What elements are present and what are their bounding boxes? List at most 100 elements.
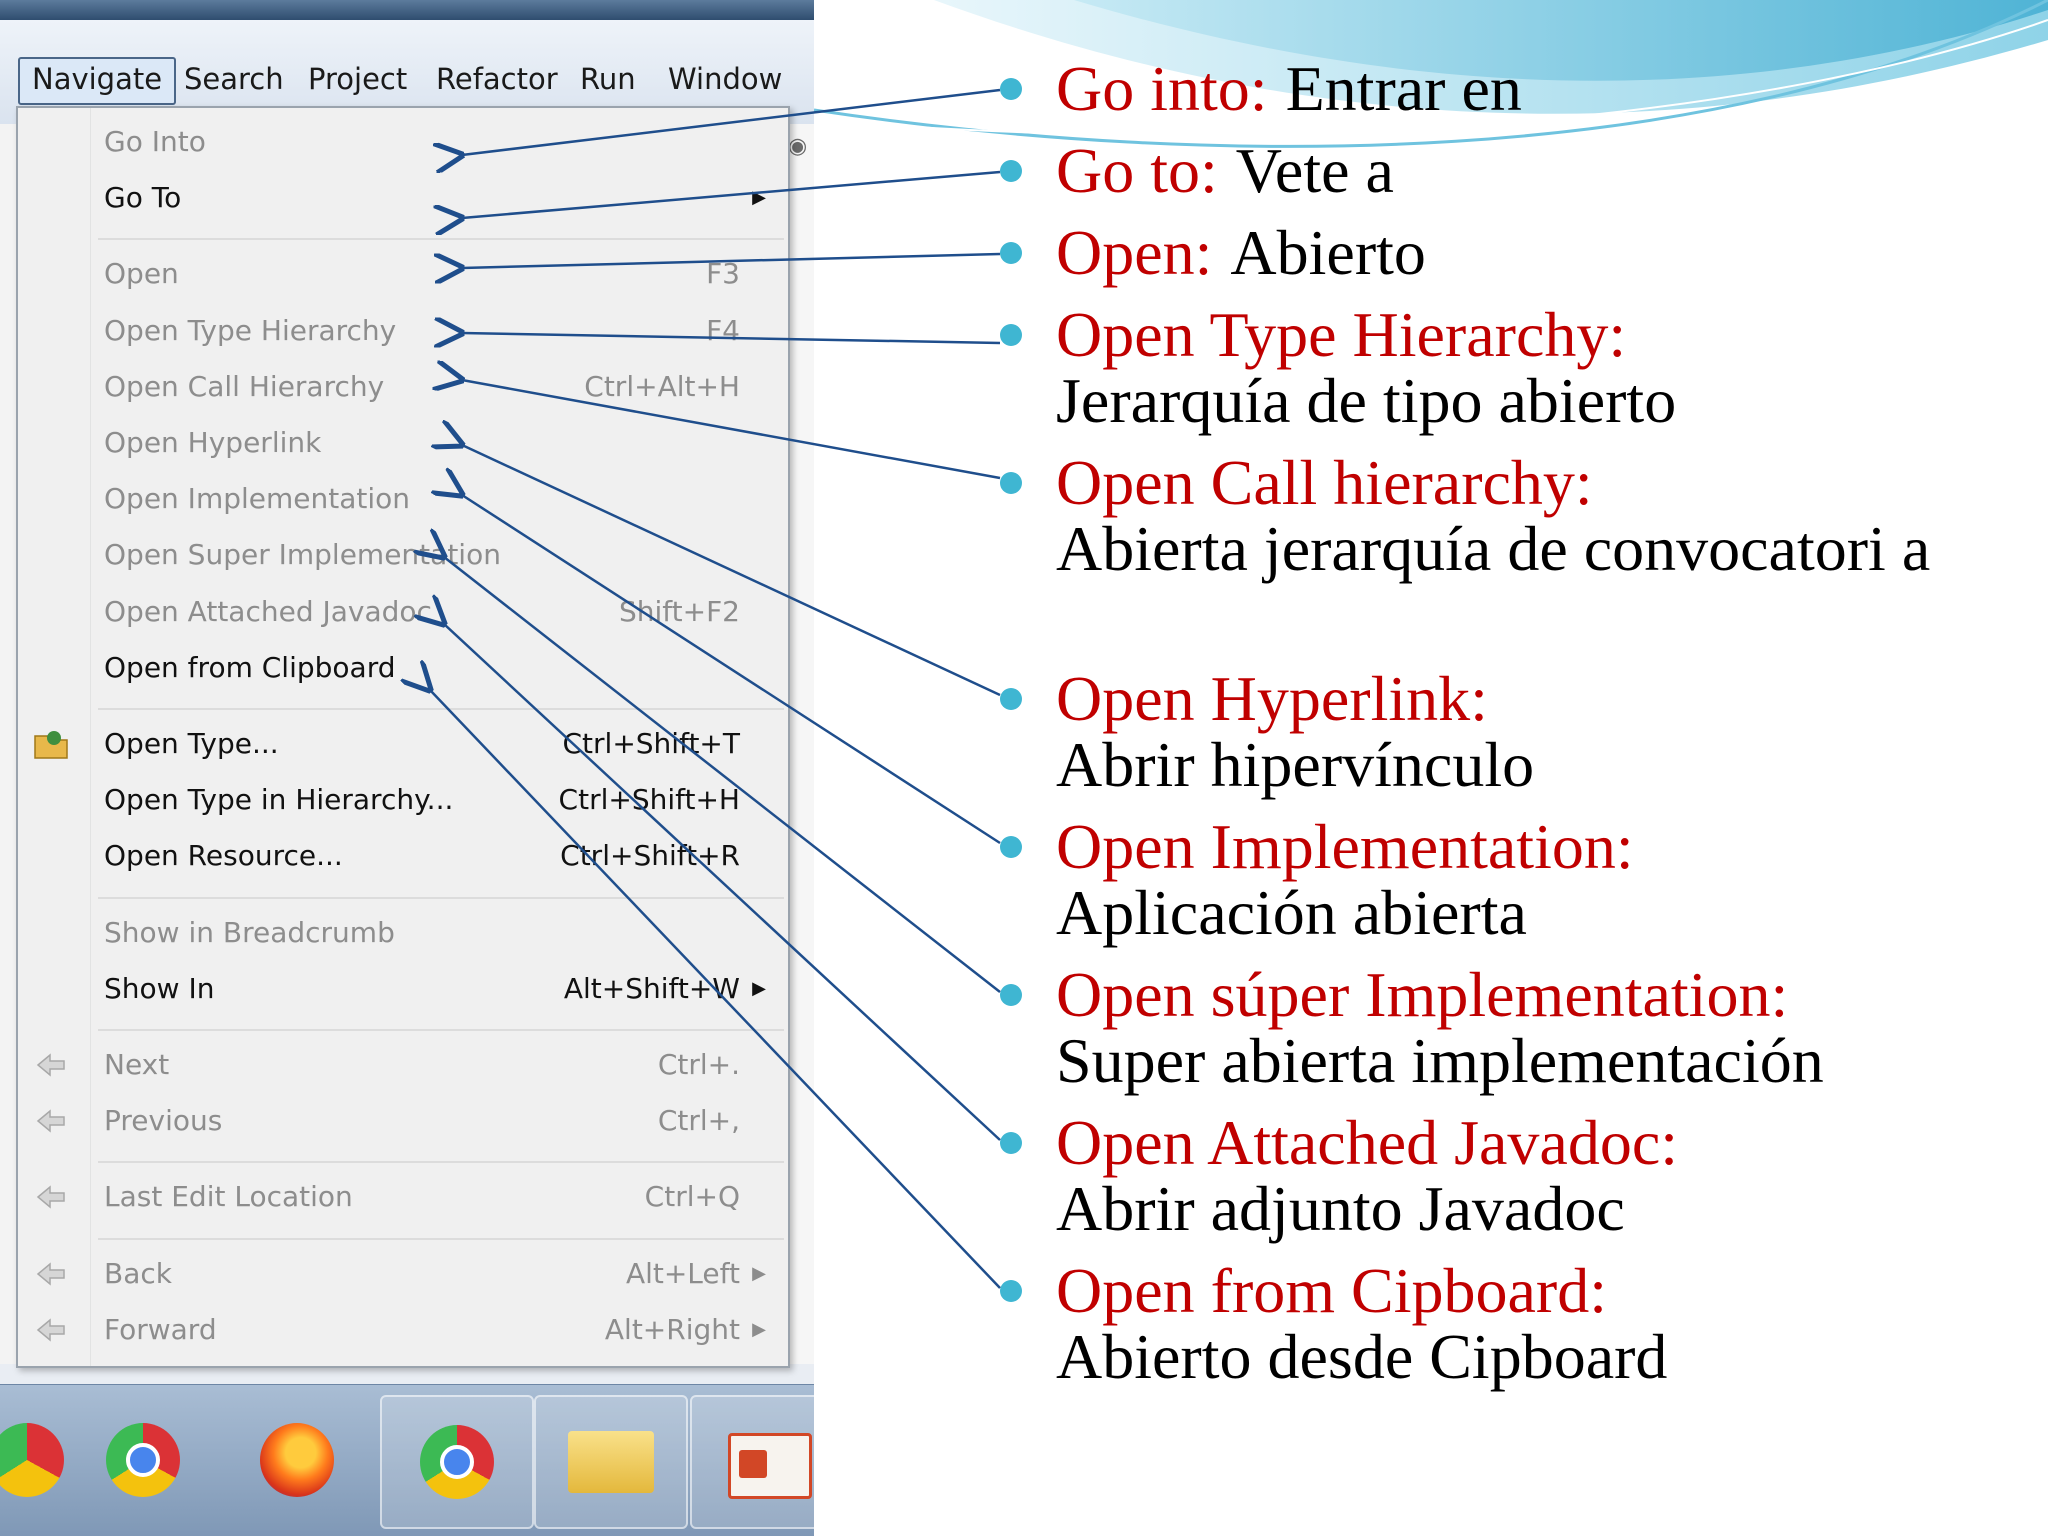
menubar-refactor[interactable]: Refactor	[424, 57, 570, 101]
menu-item-label: Open Call Hierarchy	[104, 369, 385, 403]
menubar-window[interactable]: Window	[656, 57, 794, 101]
bullet-translation: Abierto	[1230, 217, 1426, 288]
menu-item-shortcut: Ctrl+Shift+R	[560, 839, 740, 873]
bullet-term: Go into:	[1056, 53, 1268, 124]
menu-separator	[98, 1161, 784, 1164]
menu-item-shortcut: Shift+F2	[618, 594, 740, 628]
menu-item-open-attached-javadoc[interactable]: Open Attached Javadoc Shift+F2	[18, 588, 788, 636]
submenu-arrow-icon: ▶	[752, 1318, 766, 1340]
bullet-dot	[1000, 984, 1022, 1006]
bullet-dot	[1000, 688, 1022, 710]
menu-item-open-call-hierarchy[interactable]: Open Call Hierarchy Ctrl+Alt+H	[18, 363, 788, 411]
menu-item-label: Next	[104, 1048, 170, 1081]
menu-item-forward[interactable]: Forward Alt+Right ▶	[18, 1306, 788, 1354]
menu-item-shortcut: F4	[706, 313, 740, 347]
chrome-icon	[0, 1423, 64, 1497]
menu-item-label: Open Hyperlink	[104, 426, 322, 459]
menubar-navigate[interactable]: Navigate	[18, 57, 177, 105]
bullet-translation: Abierta jerarquía de convocatori a	[1056, 513, 1931, 584]
bullet-dot	[1000, 160, 1022, 182]
menubar-project[interactable]: Project	[296, 57, 419, 101]
menu-item-go-to[interactable]: Go To ▶	[18, 174, 788, 222]
bullet-term: Open súper Implementation:	[1056, 959, 1789, 1030]
bullet-translation: Jerarquía de tipo abierto	[1056, 365, 1677, 436]
menu-item-open-super-implementation[interactable]: Open Super Implementation	[18, 531, 788, 579]
menu-item-label: Show In	[104, 971, 215, 1005]
menu-item-label: Open Type Hierarchy	[104, 313, 397, 347]
taskbar-powerpoint[interactable]	[690, 1395, 814, 1529]
bullet-translation: Abrir adjunto Javadoc	[1056, 1173, 1625, 1244]
bullet-term: Open Call hierarchy:	[1056, 447, 1593, 518]
submenu-arrow-icon: ▶	[752, 187, 766, 209]
menu-item-open-type-in-hierarchy[interactable]: Open Type in Hierarchy... Ctrl+Shift+H	[18, 776, 788, 824]
bullet-dot	[1000, 78, 1022, 100]
menu-item-last-edit-location[interactable]: Last Edit Location Ctrl+Q	[18, 1173, 788, 1221]
submenu-arrow-icon: ▶	[752, 1262, 766, 1284]
menu-separator	[98, 1029, 784, 1031]
bullet-translation: Entrar en	[1285, 53, 1522, 124]
bullet-term: Open Attached Javadoc:	[1056, 1107, 1678, 1178]
toolbar-icon: ◉	[788, 134, 808, 159]
menu-item-open-hyperlink[interactable]: Open Hyperlink	[18, 419, 788, 467]
menu-item-label: Last Edit Location	[104, 1180, 353, 1214]
menu-item-label: Go To	[104, 181, 182, 215]
bullet-translation: Vete a	[1235, 135, 1394, 206]
menu-item-shortcut: Alt+Right	[604, 1312, 740, 1346]
taskbar-slot-partial[interactable]	[0, 1395, 64, 1525]
editor-background-left	[0, 124, 16, 1364]
menu-item-shortcut: Alt+Left	[625, 1256, 740, 1290]
menu-item-open-resource[interactable]: Open Resource... Ctrl+Shift+R	[18, 832, 788, 880]
menu-item-label: Open Attached Javadoc	[104, 594, 432, 628]
menu-item-back[interactable]: Back Alt+Left ▶	[18, 1250, 788, 1298]
menu-item-shortcut: F3	[706, 257, 740, 291]
last-edit-icon	[32, 1179, 70, 1215]
taskbar-chrome[interactable]	[68, 1395, 218, 1525]
menu-item-next[interactable]: Next Ctrl+.	[18, 1041, 788, 1089]
file-explorer-icon	[568, 1431, 654, 1493]
menu-item-open-type[interactable]: Open Type... Ctrl+Shift+T	[18, 720, 788, 768]
menubar-search[interactable]: Search	[172, 57, 296, 101]
menu-item-shortcut: Ctrl+Shift+H	[558, 783, 740, 817]
bullet-term: Open:	[1056, 217, 1213, 288]
bullet-term: Open Implementation:	[1056, 811, 1634, 882]
menu-item-open-implementation[interactable]: Open Implementation	[18, 475, 788, 523]
bullet-dot	[1000, 472, 1022, 494]
bullet-dot	[1000, 836, 1022, 858]
menu-item-go-into[interactable]: Go Into	[18, 118, 788, 166]
previous-annotation-icon	[32, 1103, 70, 1139]
window-title-strip	[0, 0, 814, 20]
menu-item-open-type-hierarchy[interactable]: Open Type Hierarchy F4	[18, 307, 788, 355]
menu-item-label: Open Type...	[104, 727, 279, 760]
menu-item-show-in-breadcrumb[interactable]: Show in Breadcrumb	[18, 909, 788, 957]
back-icon	[32, 1256, 70, 1292]
menu-item-label: Open	[104, 257, 179, 291]
menu-item-previous[interactable]: Previous Ctrl+,	[18, 1097, 788, 1145]
windows-taskbar	[0, 1384, 814, 1536]
taskbar-firefox[interactable]	[222, 1395, 372, 1525]
menu-item-label: Open Implementation	[104, 482, 411, 516]
menu-item-label: Back	[104, 1256, 172, 1290]
menu-item-shortcut: Ctrl+Q	[644, 1180, 740, 1214]
chrome-icon	[106, 1423, 180, 1497]
menu-item-label: Previous	[104, 1104, 223, 1138]
bullet-dot	[1000, 324, 1022, 346]
forward-icon	[32, 1312, 70, 1348]
bullet-term: Go to:	[1056, 135, 1218, 206]
editor-background-right: ◉	[786, 124, 814, 1364]
bullet-term: Open from Cipboard:	[1056, 1255, 1607, 1326]
menubar-run[interactable]: Run	[568, 57, 648, 101]
menu-item-label: Go Into	[104, 125, 206, 158]
menu-item-shortcut: Ctrl+Shift+T	[562, 727, 741, 760]
menu-item-open[interactable]: Open F3	[18, 250, 788, 298]
bullet-dot	[1000, 1132, 1022, 1154]
menu-item-label: Open from Clipboard	[104, 650, 396, 684]
menu-item-label: Open Super Implementation	[104, 538, 501, 572]
submenu-arrow-icon: ▶	[752, 977, 766, 999]
menu-item-open-from-clipboard[interactable]: Open from Clipboard	[18, 644, 788, 692]
taskbar-chrome-canary[interactable]	[380, 1395, 534, 1529]
bullet-term: Open Type Hierarchy:	[1056, 299, 1627, 370]
menu-item-show-in[interactable]: Show In Alt+Shift+W ▶	[18, 965, 788, 1013]
menu-item-shortcut: Alt+Shift+W	[563, 971, 740, 1005]
chrome-canary-icon	[420, 1425, 494, 1499]
taskbar-file-explorer[interactable]	[534, 1395, 688, 1529]
